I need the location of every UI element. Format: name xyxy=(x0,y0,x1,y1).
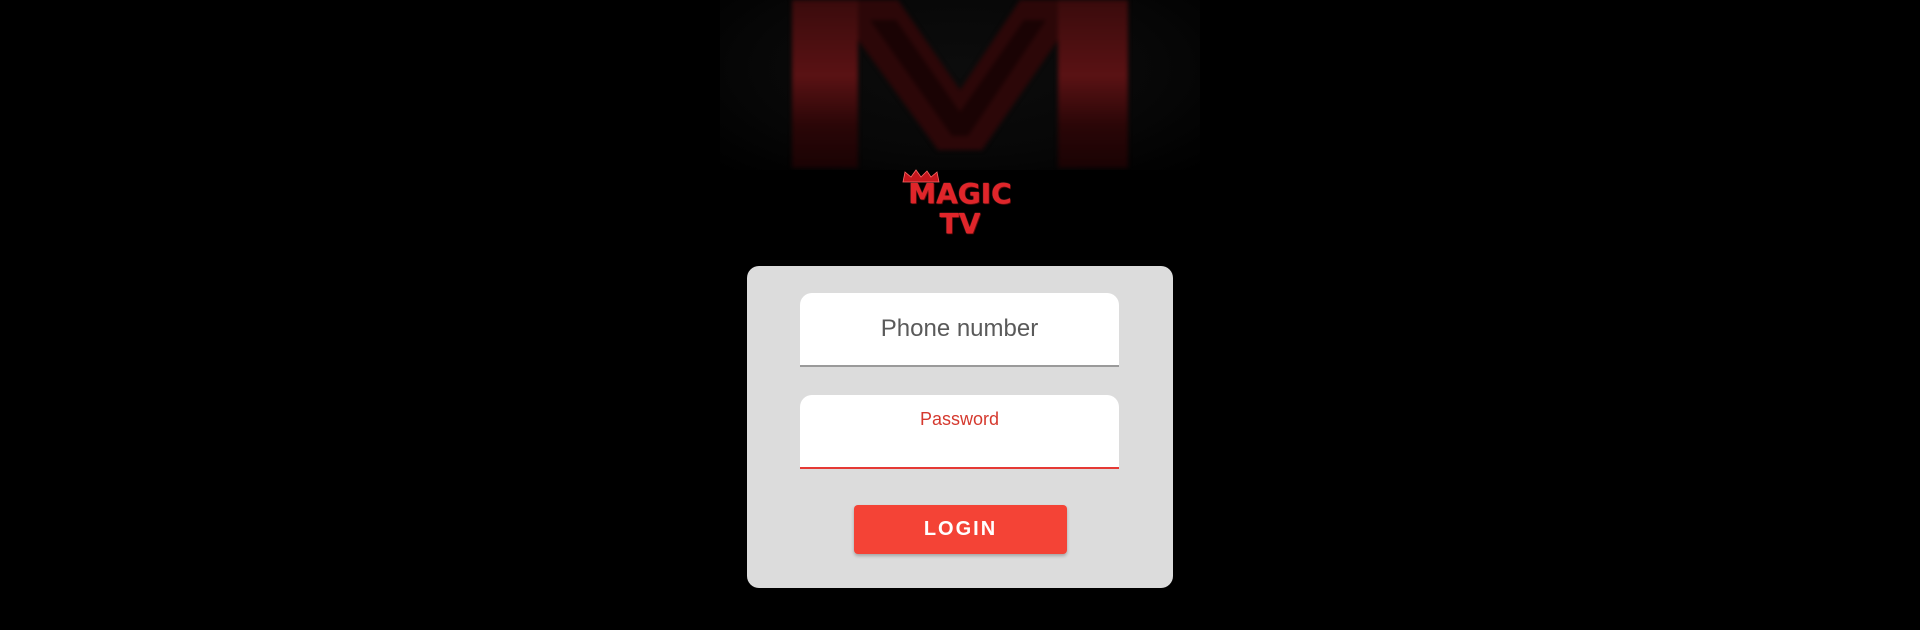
magic-tv-logo: MAGIC TV xyxy=(890,168,1030,244)
phone-number-placeholder: Phone number xyxy=(880,315,1039,342)
background-m-logo xyxy=(720,0,1200,170)
password-input[interactable]: Password xyxy=(800,395,1119,469)
login-button[interactable]: LOGIN xyxy=(854,505,1067,554)
login-screen: MAGIC TV Phone number Password LOGIN xyxy=(0,0,1920,630)
brand-line-magic: MAGIC xyxy=(908,177,1012,210)
password-label: Password xyxy=(919,409,1000,429)
phone-number-input[interactable]: Phone number xyxy=(800,293,1119,367)
brand-line-tv: TV xyxy=(939,207,981,240)
login-card: Phone number Password LOGIN xyxy=(747,266,1173,588)
m-logo-icon xyxy=(792,0,1128,168)
